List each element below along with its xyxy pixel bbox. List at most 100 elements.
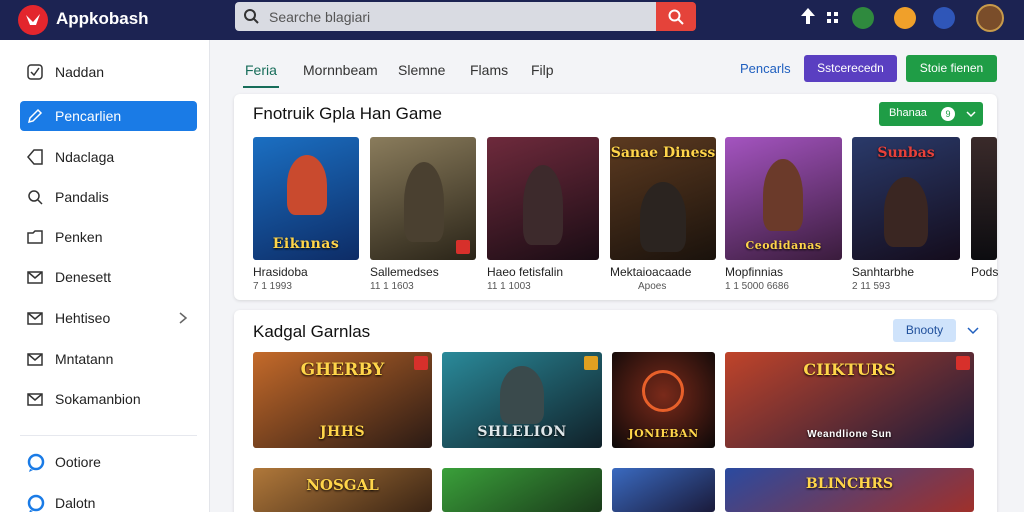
game-title[interactable]: Mektaioacaade — [610, 265, 691, 279]
sidebar-item-label: Denesett — [55, 269, 112, 285]
game-art-title: Ceodidanas — [745, 239, 822, 252]
sidebar-item-label: Hehtiseo — [55, 310, 111, 326]
tab-flams[interactable]: Flams — [470, 62, 508, 78]
messages-icon[interactable] — [933, 7, 955, 29]
catalog-tile-5[interactable]: NOSGAL — [253, 468, 432, 512]
sidebar-item-naddan[interactable]: Naddan — [20, 57, 197, 87]
sidebar-item-label: Mntatann — [55, 351, 114, 367]
primary-button[interactable]: Sstcerecedn — [804, 55, 897, 82]
game-card-4[interactable]: Sanae Diness — [610, 137, 716, 260]
tab-feria[interactable]: Feria — [245, 62, 277, 78]
game-title[interactable]: Pods — [971, 265, 998, 279]
search-icon — [244, 9, 259, 24]
tile-art-subtitle: JONIEBAN — [628, 427, 699, 440]
notifications-icon[interactable] — [894, 7, 916, 29]
game-title[interactable]: Hrasidoba — [253, 265, 308, 279]
game-card-7[interactable] — [971, 137, 997, 260]
game-title[interactable]: Mopfinnias — [725, 265, 783, 279]
pencarls-link[interactable]: Pencarls — [740, 61, 791, 76]
game-title[interactable]: Sallemedses — [370, 265, 439, 279]
sidebar-item-sokamanbion[interactable]: Sokamanbion — [20, 384, 197, 414]
game-title[interactable]: Haeo fetisfalin — [487, 265, 563, 279]
checkbox-icon — [27, 64, 43, 80]
filter-label: Bhanaa — [889, 107, 927, 119]
sidebar-item-dalotn[interactable]: Dalotn — [20, 488, 197, 512]
tile-art-subtitle: JHHS — [319, 424, 366, 440]
featured-title: Fnotruik Gpla Han Game — [253, 104, 442, 123]
character-art — [640, 182, 686, 252]
folder-icon — [27, 230, 43, 244]
chevron-down-icon — [966, 111, 976, 118]
sidebar-divider — [20, 435, 197, 436]
sidebar-item-mntatann[interactable]: Mntatann — [20, 344, 197, 374]
catalog-tile-6[interactable] — [442, 468, 602, 512]
app-logo[interactable] — [18, 5, 48, 35]
catalog-tile-1[interactable]: GHERBY JHHS — [253, 352, 432, 448]
game-art-title: Eiknnas — [272, 236, 340, 252]
game-card-5[interactable]: Ceodidanas — [725, 137, 842, 260]
tile-art-subtitle: Weandlione Sun — [807, 429, 892, 440]
badge-icon — [956, 356, 970, 370]
game-art-title: Sanae Diness — [610, 145, 716, 161]
sidebar-item-hehtiseo[interactable]: Hehtiseo — [20, 303, 197, 333]
game-meta: 1 1 5000 6686 — [725, 281, 789, 292]
tile-art-title: BLINCHRS — [805, 476, 894, 492]
sidebar: Naddan Pencarlien Ndaclaga Pandalis Penk… — [0, 40, 210, 512]
avatar[interactable] — [976, 4, 1004, 32]
character-art — [404, 162, 444, 242]
tab-slemne[interactable]: Slemne — [398, 62, 445, 78]
catalog-tile-7[interactable] — [612, 468, 715, 512]
game-shortcut-icon[interactable] — [852, 7, 874, 29]
character-art — [500, 366, 544, 424]
sidebar-item-pencarlien[interactable]: Pencarlien — [20, 101, 197, 131]
sidebar-item-label: Pandalis — [55, 189, 109, 205]
game-meta: 11 1 1003 — [487, 281, 531, 292]
grid-icon[interactable] — [826, 11, 840, 25]
mail-icon — [27, 393, 43, 406]
search-input[interactable] — [269, 6, 649, 27]
game-card-1[interactable]: Eiknnas — [253, 137, 359, 260]
sidebar-item-ootiore[interactable]: Ootiore — [20, 447, 197, 477]
top-bar: Appkobash — [0, 0, 1024, 40]
game-meta: 11 1 1603 — [370, 281, 414, 292]
filter-dropdown[interactable]: Bhanaa 9 — [879, 102, 983, 126]
badge-icon — [584, 356, 598, 370]
game-card-6[interactable]: Sunbas — [852, 137, 960, 260]
search-icon — [668, 9, 684, 25]
secondary-button[interactable]: Stoie fienen — [906, 55, 997, 82]
tag-icon — [27, 149, 43, 165]
sidebar-item-label: Ndaclaga — [55, 149, 115, 165]
game-card-2[interactable] — [370, 137, 476, 260]
upload-icon[interactable] — [798, 6, 818, 28]
search-button[interactable] — [656, 2, 696, 31]
mail-icon — [27, 353, 43, 366]
catalog-tile-3[interactable]: JONIEBAN — [612, 352, 715, 448]
chevron-down-icon[interactable] — [966, 325, 980, 337]
sidebar-item-label: Penken — [55, 229, 103, 245]
active-tab-indicator — [243, 86, 279, 88]
sidebar-item-label: Naddan — [55, 64, 105, 80]
sidebar-item-ndaclaga[interactable]: Ndaclaga — [20, 142, 197, 172]
catalog-tile-4[interactable]: CIIKTURS Weandlione Sun — [725, 352, 974, 448]
game-card-3[interactable] — [487, 137, 599, 260]
game-meta: 2 11 593 — [852, 281, 891, 292]
sidebar-item-label: Ootiore — [55, 454, 101, 470]
catalog-tile-8[interactable]: BLINCHRS — [725, 468, 974, 512]
game-meta: Apoes — [638, 281, 667, 292]
filter-count-badge: 9 — [941, 107, 955, 121]
chevron-right-icon[interactable] — [177, 311, 189, 325]
game-title[interactable]: Sanhtarbhe — [852, 265, 914, 279]
sidebar-item-pandalis[interactable]: Pandalis — [20, 182, 197, 212]
badge-icon — [456, 240, 470, 254]
tile-art-title: GHERBY — [300, 360, 385, 380]
sidebar-item-penken[interactable]: Penken — [20, 222, 197, 252]
tab-mornnbeam[interactable]: Mornnbeam — [303, 62, 378, 78]
game-art-title: Sunbas — [877, 145, 935, 161]
catalog-tile-2[interactable]: SHLELION — [442, 352, 602, 448]
sort-dropdown[interactable]: Bnooty — [893, 319, 956, 342]
tile-art-subtitle: SHLELION — [477, 424, 567, 440]
tab-filp[interactable]: Filp — [531, 62, 554, 78]
sidebar-item-denesett[interactable]: Denesett — [20, 262, 197, 292]
character-art — [884, 177, 928, 247]
tile-art-title: CIIKTURS — [803, 360, 896, 379]
